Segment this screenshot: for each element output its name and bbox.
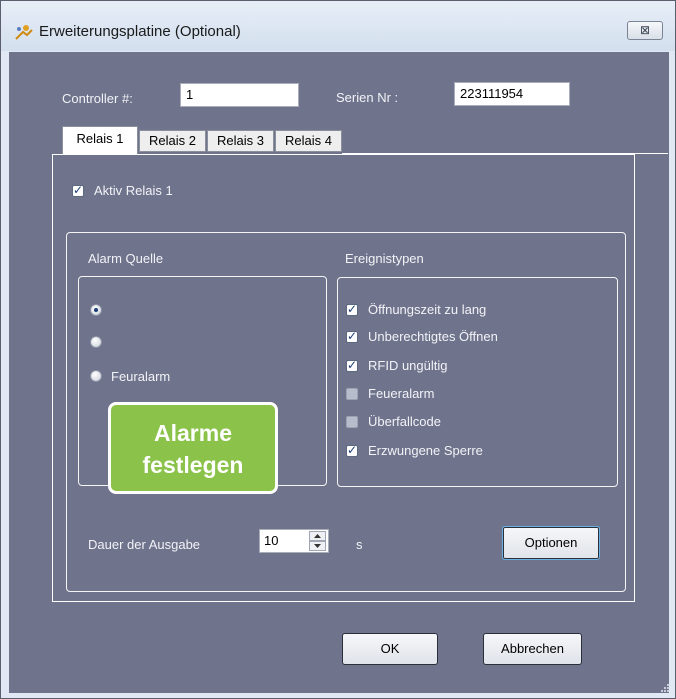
chevron-up-icon — [314, 534, 321, 538]
callout-line-1: Alarme — [154, 420, 232, 446]
duration-spinner[interactable]: 10 — [259, 529, 329, 553]
alarm-source-radio-1[interactable] — [90, 304, 102, 316]
alarm-source-radio-2[interactable] — [90, 336, 102, 348]
serial-field[interactable]: 223111954 — [454, 82, 570, 106]
tab-relais-2[interactable]: Relais 2 — [139, 130, 206, 152]
cancel-button[interactable]: Abbrechen — [483, 633, 582, 665]
tab-relais-4[interactable]: Relais 4 — [275, 130, 342, 152]
alarm-source-title: Alarm Quelle — [88, 251, 164, 266]
alarm-callout: Alarme festlegen — [108, 402, 278, 494]
event-label-feueralarm: Feueralarm — [368, 386, 435, 401]
controller-field[interactable]: 1 — [180, 83, 299, 107]
close-button[interactable]: ⊠ — [627, 21, 663, 40]
event-checkbox-oeffnungszeit[interactable] — [346, 302, 358, 316]
event-checkbox-erzwungene-sperre[interactable] — [346, 443, 358, 457]
tab-relais-3[interactable]: Relais 3 — [207, 130, 274, 152]
chevron-down-icon — [314, 544, 321, 548]
duration-unit: s — [356, 537, 363, 552]
callout-line-2: festlegen — [142, 452, 244, 478]
spin-down-button[interactable] — [309, 541, 326, 551]
spin-up-button[interactable] — [309, 531, 326, 541]
controller-label: Controller #: — [62, 91, 133, 106]
event-checkbox-feueralarm[interactable] — [346, 388, 358, 400]
ok-button[interactable]: OK — [342, 633, 438, 665]
duration-value: 10 — [264, 533, 279, 548]
close-icon: ⊠ — [639, 23, 651, 37]
event-checkbox-ueberfallcode[interactable] — [346, 416, 358, 428]
event-checkbox-unberechtigt[interactable] — [346, 329, 358, 343]
event-label-ueberfallcode: Überfallcode — [368, 414, 441, 429]
event-label-oeffnungszeit: Öffnungszeit zu lang — [368, 302, 487, 317]
event-label-rfid: RFID ungültig — [368, 358, 448, 373]
alarm-source-radio-feuralarm-label: Feuralarm — [111, 369, 171, 384]
tab-relais-1[interactable]: Relais 1 — [62, 126, 138, 154]
app-icon — [15, 25, 33, 40]
aktiv-relais-label: Aktiv Relais 1 — [94, 183, 173, 198]
event-label-erzwungene-sperre: Erzwungene Sperre — [368, 443, 483, 458]
event-label-unberechtigt: Unberechtigtes Öffnen — [368, 329, 498, 344]
window-title: Erweiterungsplatine (Optional) — [39, 23, 241, 40]
aktiv-relais-checkbox[interactable] — [72, 183, 84, 197]
duration-label: Dauer der Ausgabe — [88, 537, 201, 552]
serial-label: Serien Nr : — [336, 90, 399, 105]
options-button[interactable]: Optionen — [502, 526, 600, 560]
event-types-title: Ereignistypen — [345, 251, 424, 266]
title-bar[interactable]: Erweiterungsplatine (Optional) ⊠ — [1, 1, 675, 51]
alarm-source-radio-feuralarm[interactable] — [90, 370, 102, 382]
event-checkbox-rfid[interactable] — [346, 358, 358, 372]
resize-grip-icon[interactable] — [660, 683, 670, 693]
